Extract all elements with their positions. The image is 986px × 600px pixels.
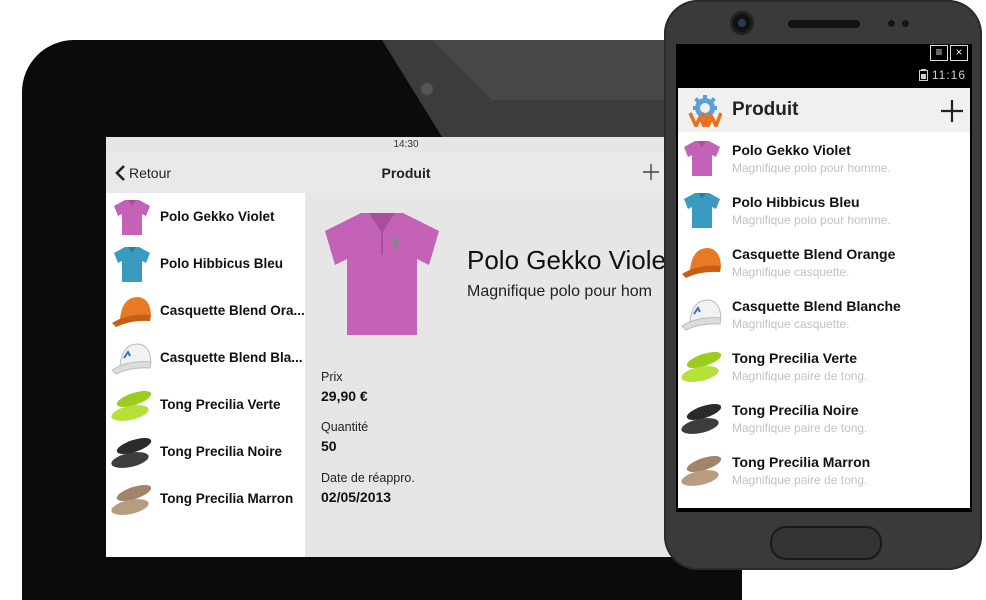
tablet-product-list: Polo Gekko Violet Polo Hibbicus Bleu Cas… bbox=[106, 193, 305, 557]
list-item[interactable]: Polo Gekko Violet Magnifique polo pour ho… bbox=[678, 132, 970, 184]
phone-actionbar: Produit bbox=[678, 88, 970, 132]
phone-device: ≡ × 11:16 Produit Polo Gekko Violet Magni… bbox=[664, 0, 982, 570]
cap-orange-icon bbox=[112, 296, 151, 327]
list-item-label: Polo Gekko Violet bbox=[732, 141, 851, 158]
quantity-value: 50 bbox=[321, 438, 337, 454]
list-item-label: Polo Hibbicus Bleu bbox=[160, 256, 284, 271]
phone-sensors bbox=[884, 20, 914, 28]
list-item-description: Magnifique paire de tong. bbox=[732, 368, 868, 383]
flipflop-green-icon bbox=[681, 352, 722, 382]
list-item-description: Magnifique paire de tong. bbox=[732, 472, 868, 487]
restock-date-label: Date de réappro. bbox=[321, 471, 415, 485]
price-label: Prix bbox=[321, 370, 343, 384]
list-item-label: Casquette Blend Orange bbox=[732, 245, 896, 262]
product-name: Polo Gekko Viole bbox=[467, 245, 666, 275]
list-item[interactable]: Casquette Blend Ora... bbox=[106, 287, 305, 334]
tablet-camera bbox=[422, 84, 432, 94]
phone-statusbar: 11:16 bbox=[918, 68, 966, 82]
list-item[interactable]: Polo Gekko Violet bbox=[106, 193, 305, 240]
phone-camera bbox=[733, 14, 751, 32]
list-item-label: Tong Precilia Verte bbox=[160, 397, 281, 412]
restock-date-value: 02/05/2013 bbox=[321, 489, 392, 505]
list-item-label: Tong Precilia Verte bbox=[732, 349, 858, 366]
product-photo bbox=[325, 213, 439, 335]
menu-icon[interactable]: ≡ bbox=[930, 45, 948, 61]
list-item[interactable]: Tong Precilia Verte bbox=[106, 381, 305, 428]
list-item-label: Tong Precilia Noire bbox=[732, 401, 859, 418]
cap-white-icon bbox=[111, 342, 152, 375]
phone-speaker bbox=[788, 20, 860, 28]
flipflop-brown-icon bbox=[111, 484, 152, 515]
list-item[interactable]: Tong Precilia Verte Magnifique paire de t… bbox=[678, 340, 970, 392]
cap-white-icon bbox=[681, 299, 722, 331]
phone-title: Produit bbox=[732, 99, 799, 120]
list-item[interactable]: Tong Precilia Noire Magnifique paire de t… bbox=[678, 392, 970, 444]
add-icon[interactable] bbox=[640, 161, 662, 183]
back-button[interactable]: Retour bbox=[114, 162, 171, 184]
product-description: Magnifique polo pour hom bbox=[467, 283, 653, 300]
list-item[interactable]: Casquette Blend Blanche Magnifique casque… bbox=[678, 288, 970, 340]
tablet-navbar: Retour Produit bbox=[106, 153, 706, 193]
list-item-label: Casquette Blend Bla... bbox=[160, 350, 303, 365]
cap-orange-icon bbox=[682, 248, 721, 278]
tablet-screen: 14:30 Retour Produit Polo Gekko Violet P… bbox=[106, 137, 706, 557]
list-item-label: Tong Precilia Noire bbox=[160, 444, 283, 459]
phone-time: 11:16 bbox=[931, 68, 966, 82]
price-value: 29,90 € bbox=[321, 388, 368, 404]
list-item-description: Magnifique paire de tong. bbox=[732, 420, 868, 435]
list-item-label: Polo Gekko Violet bbox=[160, 209, 275, 224]
list-item-label: Casquette Blend Ora... bbox=[160, 303, 305, 318]
tablet-title: Produit bbox=[381, 165, 431, 181]
flipflop-brown-icon bbox=[681, 456, 722, 486]
list-item[interactable]: Casquette Blend Bla... bbox=[106, 334, 305, 381]
window-controls: ≡ × bbox=[928, 44, 968, 62]
list-item-description: Magnifique casquette. bbox=[732, 264, 850, 279]
tablet-status-time: 14:30 bbox=[393, 139, 419, 150]
polo-blue-icon bbox=[114, 246, 150, 282]
list-item[interactable]: Casquette Blend Orange Magnifique casquet… bbox=[678, 236, 970, 288]
home-button[interactable] bbox=[770, 526, 882, 560]
tablet-device: 14:30 Retour Produit Polo Gekko Violet P… bbox=[22, 40, 742, 600]
list-item[interactable]: Tong Precilia Marron bbox=[106, 475, 305, 522]
polo-violet-icon bbox=[114, 199, 150, 235]
list-item-description: Magnifique casquette. bbox=[732, 316, 850, 331]
phone-screen: ≡ × 11:16 Produit Polo Gekko Violet Magni… bbox=[676, 44, 972, 512]
back-label: Retour bbox=[129, 165, 172, 181]
close-icon[interactable]: × bbox=[950, 45, 968, 61]
list-item-label: Polo Hibbicus Bleu bbox=[732, 193, 860, 210]
flipflop-black-icon bbox=[681, 404, 722, 434]
add-icon[interactable] bbox=[940, 99, 964, 123]
polo-blue-icon bbox=[684, 193, 720, 228]
list-item-description: Magnifique polo pour homme. bbox=[732, 160, 891, 175]
list-item[interactable]: Polo Hibbicus Bleu bbox=[106, 240, 305, 287]
list-item[interactable]: Polo Hibbicus Bleu Magnifique polo pour h… bbox=[678, 184, 970, 236]
quantity-label: Quantité bbox=[321, 420, 369, 434]
list-item[interactable]: Tong Precilia Noire bbox=[106, 428, 305, 475]
list-item-label: Tong Precilia Marron bbox=[732, 453, 871, 470]
battery-icon bbox=[918, 69, 928, 81]
flipflop-green-icon bbox=[111, 390, 152, 421]
product-detail: Polo Gekko Viole Magnifique polo pour ho… bbox=[305, 193, 706, 557]
list-item-description: Magnifique polo pour homme. bbox=[732, 212, 891, 227]
list-item[interactable]: Tong Precilia Marron Magnifique paire de … bbox=[678, 444, 970, 496]
chevron-left-icon bbox=[115, 165, 125, 181]
flipflop-black-icon bbox=[111, 437, 152, 468]
polo-violet-icon bbox=[684, 141, 720, 176]
phone-product-list: Polo Gekko Violet Magnifique polo pour ho… bbox=[678, 132, 970, 508]
app-logo-icon bbox=[688, 95, 722, 127]
list-item-label: Tong Precilia Marron bbox=[160, 491, 294, 506]
list-item-label: Casquette Blend Blanche bbox=[732, 297, 901, 314]
